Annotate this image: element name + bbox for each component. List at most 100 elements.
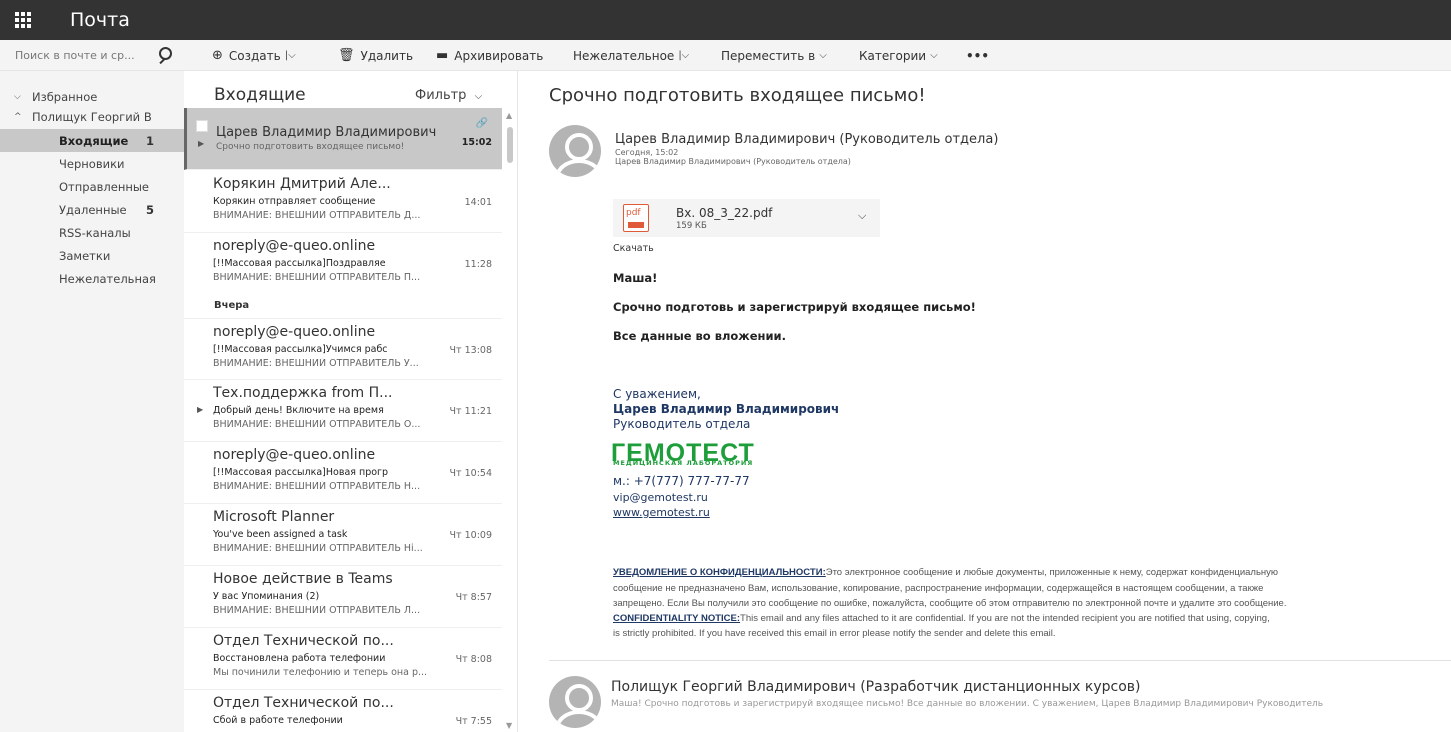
app-title[interactable]: Почта	[70, 9, 130, 31]
archive-button[interactable]: ▬ Архивировать	[436, 40, 543, 71]
folder-label: Черновики	[59, 156, 125, 171]
signature-name: Царев Владимир Владимирович	[613, 402, 840, 416]
app-launcher-icon[interactable]	[0, 0, 46, 40]
scroll-up-icon[interactable]: ▲	[506, 111, 512, 120]
message-list-scrollbar[interactable]: ▲ ▼	[506, 107, 514, 732]
move-label: Переместить в	[721, 48, 816, 63]
categories-button[interactable]: Категории ⌵	[859, 40, 938, 71]
message-preview: ВНИМАНИЕ: ВНЕШНИЙ ОТПРАВИТЕЛЬ Hi...	[213, 543, 423, 554]
body-text: Срочно подготовь и зарегистрируй входяще…	[613, 300, 976, 314]
command-bar: Поиск в почте и ср... ⊕ Создать |⌵ 🗑 Уда…	[0, 40, 1451, 71]
expand-arrow-icon[interactable]: ▶	[197, 405, 203, 414]
message-date: Сегодня, 15:02	[615, 148, 679, 157]
message-subject: Сбой в работе телефонии	[213, 715, 343, 726]
attachment-name: Вх. 08_3_22.pdf	[676, 206, 773, 220]
search-icon[interactable]	[155, 45, 175, 65]
create-button[interactable]: ⊕ Создать |⌵	[212, 40, 296, 71]
delete-button[interactable]: 🗑 Удалить	[338, 40, 413, 71]
avatar	[549, 125, 601, 177]
message-sender: Корякин Дмитрий Але...	[213, 176, 391, 192]
message-time: Чт 8:08	[455, 654, 492, 665]
download-link[interactable]: Скачать	[613, 243, 654, 254]
attachment-card[interactable]: pdf Вх. 08_3_22.pdf 159 КБ ⌵	[613, 199, 880, 237]
message-time: Чт 7:55	[455, 716, 492, 727]
message-preview: ВНИМАНИЕ: ВНЕШНИЙ ОТПРАВИТЕЛЬ У...	[213, 358, 419, 369]
list-item[interactable]: 🔗 ▶ Царев Владимир Владимирович Срочно п…	[184, 108, 502, 170]
select-checkbox[interactable]	[196, 120, 208, 132]
list-item[interactable]: Отдел Технической по... Сбой в работе те…	[184, 690, 502, 732]
disclaimer-ru-line: УВЕДОМЛЕНИЕ О КОНФИДЕНЦИАЛЬНОСТИ:Это эле…	[613, 567, 1278, 578]
message-subject: У вас Упоминания (2)	[213, 591, 320, 602]
junk-button[interactable]: Нежелательное |⌵	[573, 40, 689, 71]
unread-count: 5	[145, 202, 154, 217]
chevron-up-icon: ^	[14, 111, 22, 122]
search-placeholder: Поиск в почте и ср...	[15, 48, 135, 62]
junk-label: Нежелательное	[573, 48, 675, 63]
message-preview: ВНИМАНИЕ: ВНЕШНИЙ ОТПРАВИТЕЛЬ О...	[213, 419, 421, 430]
list-item[interactable]: noreply@e-queo.online [!!Массовая рассыл…	[184, 442, 502, 504]
chevron-down-icon[interactable]: ⌵	[858, 209, 866, 223]
message-subject: Восстановлена работа телефонии	[213, 653, 386, 664]
list-item[interactable]: noreply@e-queo.online [!!Массовая рассыл…	[184, 233, 502, 295]
unread-count: 1	[145, 133, 154, 148]
folder-label: Отправленные	[59, 179, 150, 194]
disclaimer-en-line: CONFIDENTIALITY NOTICE:This email and an…	[613, 613, 1270, 624]
more-options-icon[interactable]: •••	[966, 40, 989, 71]
folder-inbox[interactable]: Входящие 1	[0, 129, 184, 152]
scroll-down-icon[interactable]: ▼	[506, 721, 512, 730]
account-label: Полищук Георгий В	[32, 109, 152, 124]
folder-sent[interactable]: Отправленные	[0, 175, 184, 198]
top-bar: Почта	[0, 0, 1451, 40]
sender-name[interactable]: Царев Владимир Владимирович (Руководител…	[615, 132, 998, 147]
signature-email-link[interactable]: vip@gemotest.ru	[613, 491, 708, 504]
reply-preview[interactable]: Маша! Срочно подготовь и зарегистрируй в…	[611, 699, 1323, 709]
message-sender: Тех.поддержка from П...	[213, 385, 393, 401]
list-item[interactable]: Microsoft Planner You've been assigned a…	[184, 504, 502, 566]
signature-regards: С уважением,	[613, 387, 701, 401]
chevron-down-icon: ⌵	[930, 50, 938, 61]
message-time: Чт 10:09	[449, 530, 492, 541]
archive-icon: ▬	[436, 48, 449, 63]
signature-website-link[interactable]: www.gemotest.ru	[613, 506, 710, 519]
chevron-down-icon[interactable]: |⌵	[678, 50, 689, 61]
message-sender: noreply@e-queo.online	[213, 238, 376, 254]
folder-rss[interactable]: RSS-каналы	[0, 221, 184, 244]
message-subject: [!!Массовая рассылка]Учимся рабс	[213, 344, 388, 355]
avatar	[549, 676, 601, 728]
list-item[interactable]: Новое действие в Teams У вас Упоминания …	[184, 566, 502, 628]
message-subject: Добрый день! Включите на время	[213, 405, 384, 416]
disclaimer-en-text: This email and any files attached to it …	[740, 613, 1270, 624]
message-recipient: Царев Владимир Владимирович (Руководител…	[615, 157, 851, 166]
scrollbar-thumb[interactable]	[507, 127, 513, 163]
message-list: Входящие Фильтр ⌵ 🔗 ▶ Царев Владимир Вла…	[184, 71, 518, 732]
filter-button[interactable]: Фильтр ⌵	[415, 88, 482, 103]
search-input[interactable]: Поиск в почте и ср...	[3, 42, 183, 68]
list-item[interactable]: Отдел Технической по... Восстановлена ра…	[184, 628, 502, 690]
disclaimer-en-title: CONFIDENTIALITY NOTICE:	[613, 613, 741, 624]
folder-label: Нежелательная	[59, 271, 156, 286]
move-button[interactable]: Переместить в ⌵	[721, 40, 827, 71]
folder-drafts[interactable]: Черновики	[0, 152, 184, 175]
body-greeting: Маша!	[613, 271, 658, 285]
message-sender: Царев Владимир Владимирович	[216, 125, 437, 140]
list-item[interactable]: noreply@e-queo.online [!!Массовая рассыл…	[184, 318, 502, 380]
folder-notes[interactable]: Заметки	[0, 244, 184, 267]
disclaimer-en-line: is strictly prohibited. If you have rece…	[613, 628, 1056, 639]
body-text: Все данные во вложении.	[613, 329, 786, 343]
reply-sender-name[interactable]: Полищук Георгий Владимирович (Разработчи…	[611, 679, 1141, 695]
folder-label: RSS-каналы	[59, 225, 131, 240]
trash-icon: 🗑	[338, 48, 355, 63]
message-sender: noreply@e-queo.online	[213, 447, 376, 463]
pdf-file-icon: pdf	[623, 204, 649, 232]
account-node[interactable]: ^ Полищук Георгий В	[0, 105, 184, 128]
chevron-down-icon[interactable]: |⌵	[285, 50, 296, 61]
disclaimer-ru-line: сообщение не предназначено Вам, использо…	[613, 583, 1264, 594]
favorites-label: Избранное	[32, 89, 98, 104]
folder-deleted[interactable]: Удаленные 5	[0, 198, 184, 221]
folder-junk[interactable]: Нежелательная	[0, 267, 184, 290]
message-preview: ВНИМАНИЕ: ВНЕШНИЙ ОТПРАВИТЕЛЬ Д...	[213, 210, 421, 221]
list-item[interactable]: Корякин Дмитрий Але... Корякин отправляе…	[184, 171, 502, 233]
list-item[interactable]: ▶ Тех.поддержка from П... Добрый день! В…	[184, 380, 502, 442]
expand-arrow-icon[interactable]: ▶	[198, 139, 204, 148]
disclaimer-ru-line: запрещено. Если Вы получили это сообщени…	[613, 598, 1287, 609]
